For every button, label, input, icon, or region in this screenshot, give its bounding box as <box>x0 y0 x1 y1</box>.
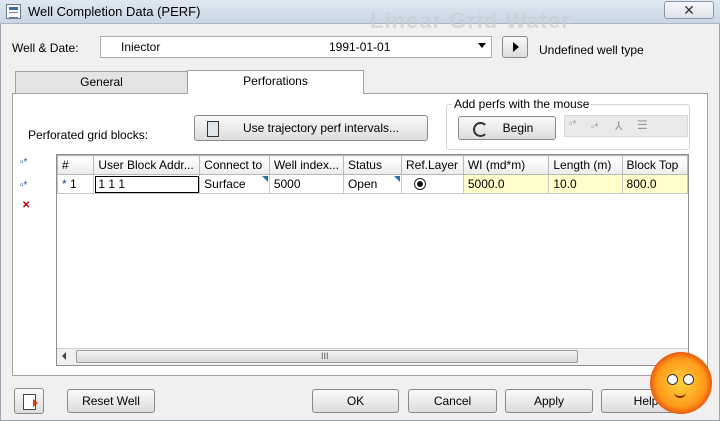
col-header-connect[interactable]: Connect to <box>199 155 270 175</box>
begin-label: Begin <box>502 121 534 135</box>
well-index-cell[interactable]: 5000 <box>268 174 344 194</box>
connect-to-cell[interactable]: Surface <box>199 174 270 194</box>
app-icon <box>6 4 21 19</box>
tab-perforations[interactable]: Perforations <box>187 70 364 94</box>
perforated-blocks-label: Perforated grid blocks: <box>28 128 149 142</box>
row-number-cell[interactable]: * 1 <box>57 174 95 194</box>
list-icon: ☰ <box>637 118 648 132</box>
col-header-well-index[interactable]: Well index... <box>268 155 344 175</box>
ref-layer-radio[interactable] <box>413 177 426 190</box>
well-date-select[interactable]: Iniector 1991-01-01 <box>100 36 492 58</box>
well-type-text: Undefined well type <box>539 43 644 57</box>
close-button[interactable]: ✕ <box>664 1 714 19</box>
table-row[interactable]: * 1 1 1 1 Surface 5000 Open 5000.0 10.0 … <box>57 174 688 194</box>
close-icon: ✕ <box>683 2 695 18</box>
new-row-marker: * <box>62 177 67 191</box>
mascot-eye-icon <box>667 374 678 385</box>
report-button[interactable] <box>14 388 44 414</box>
use-trajectory-button[interactable]: Use trajectory perf intervals... <box>194 115 428 141</box>
mouse-perfs-title: Add perfs with the mouse <box>452 97 592 111</box>
col-header-block-top[interactable]: Block Top <box>621 155 688 175</box>
col-header-wi[interactable]: WI (md*m) <box>462 155 550 175</box>
well-name: Iniector <box>121 40 161 54</box>
chevron-down-icon <box>478 43 486 48</box>
block-top-cell[interactable]: 800.0 <box>621 174 688 194</box>
scrollbar-thumb[interactable]: III <box>76 350 578 363</box>
col-header-num[interactable]: # <box>57 155 95 175</box>
mascot-mouth-icon <box>674 390 686 398</box>
window-title: Well Completion Data (PERF) <box>28 4 201 19</box>
block-address-cell[interactable]: 1 1 1 <box>93 174 201 194</box>
background-window-title: Linear Grid Water <box>370 8 571 33</box>
apply-button[interactable]: Apply <box>505 389 593 413</box>
calculator-icon <box>207 121 219 137</box>
ok-button[interactable]: OK <box>312 389 399 413</box>
length-cell[interactable]: 10.0 <box>548 174 623 194</box>
col-header-status[interactable]: Status <box>342 155 402 175</box>
table-header-row: # User Block Addr... Connect to Well ind… <box>57 155 688 175</box>
branch-icon: ⅄ <box>615 119 623 133</box>
dropdown-corner-icon <box>393 176 400 182</box>
mascot-eye-icon <box>683 374 694 385</box>
delete-row-icon[interactable]: ✕ <box>22 199 36 213</box>
row-number: 1 <box>70 177 77 191</box>
next-well-button[interactable] <box>502 36 528 58</box>
well-date: 1991-01-01 <box>329 40 391 54</box>
connect-to-value: Surface <box>204 177 246 191</box>
begin-button[interactable]: Begin <box>458 116 556 140</box>
perforations-table: # User Block Addr... Connect to Well ind… <box>56 154 689 366</box>
tab-general-label: General <box>80 75 123 89</box>
well-date-label: Well & Date: <box>12 41 79 55</box>
scroll-left-icon[interactable] <box>62 352 66 360</box>
arrow-icon <box>33 399 38 407</box>
col-header-block[interactable]: User Block Addr... <box>93 155 201 175</box>
reset-well-button[interactable]: Reset Well <box>67 389 155 413</box>
col-header-ref-layer[interactable]: Ref.Layer <box>400 155 464 175</box>
use-trajectory-label: Use trajectory perf intervals... <box>242 121 400 135</box>
sun-mascot-icon <box>650 352 712 414</box>
mouse-tools-toolbar: ▫* ▫* ⅄ ☰ <box>564 115 688 137</box>
dropdown-corner-icon <box>261 176 268 182</box>
tab-perforations-label: Perforations <box>243 74 308 88</box>
grip-icon: III <box>321 351 329 361</box>
cancel-button[interactable]: Cancel <box>408 389 497 413</box>
status-cell[interactable]: Open <box>342 174 402 194</box>
add-perf-below-icon: ▫* <box>591 122 599 133</box>
tab-general[interactable]: General <box>15 71 188 93</box>
add-perf-icon: ▫* <box>569 119 577 130</box>
col-header-length[interactable]: Length (m) <box>548 155 623 175</box>
wi-cell[interactable]: 5000.0 <box>462 174 550 194</box>
status-value: Open <box>347 177 378 191</box>
rotate-icon <box>473 122 488 137</box>
insert-row-below-icon[interactable]: ▫* <box>20 179 34 193</box>
ref-layer-cell[interactable] <box>400 174 464 194</box>
insert-row-above-icon[interactable]: ▫* <box>20 156 34 170</box>
